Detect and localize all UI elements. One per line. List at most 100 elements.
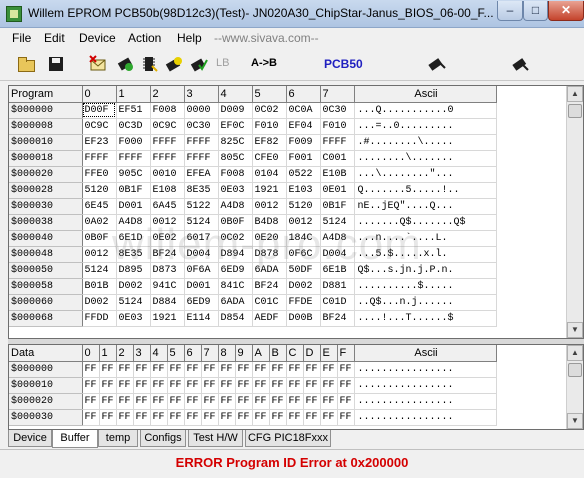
hex-cell[interactable]: EF23: [82, 134, 117, 151]
hex-cell[interactable]: FFFF: [150, 150, 185, 167]
hex-cell[interactable]: FF: [269, 409, 287, 426]
hex-cell[interactable]: 0F6A: [184, 262, 219, 279]
hex-cell[interactable]: FFFF: [184, 150, 219, 167]
hex-cell[interactable]: FF: [133, 393, 151, 410]
hex-cell[interactable]: FFDE: [286, 294, 321, 311]
hex-cell[interactable]: FF: [286, 377, 304, 394]
hex-cell[interactable]: D009: [218, 102, 253, 119]
hex-cell[interactable]: F010: [320, 118, 355, 135]
hex-cell[interactable]: FF: [133, 377, 151, 394]
hex-cell[interactable]: 0B0F: [82, 230, 117, 247]
hex-cell[interactable]: FF: [116, 393, 134, 410]
hex-cell[interactable]: FFFF: [116, 150, 151, 167]
hex-cell[interactable]: FF: [167, 409, 185, 426]
program-scrollbar[interactable]: ▲ ▼: [566, 86, 583, 338]
chip-green-icon[interactable]: [116, 55, 134, 73]
program-grid[interactable]: Program 0 1 2 3 4 5 6 7 Ascii $000000 D00F EF51 F008…: [9, 86, 497, 327]
hex-cell[interactable]: FF: [320, 361, 338, 378]
hex-cell[interactable]: E108: [150, 182, 185, 199]
hex-cell[interactable]: D002: [286, 278, 321, 295]
hex-cell[interactable]: FF: [320, 393, 338, 410]
hex-cell[interactable]: D878: [252, 246, 287, 263]
scroll-up-arrow-icon[interactable]: ▲: [567, 86, 583, 102]
hex-cell[interactable]: C01D: [320, 294, 355, 311]
hex-cell[interactable]: D884: [150, 294, 185, 311]
hex-cell[interactable]: FF: [184, 361, 202, 378]
hex-cell[interactable]: 5122: [184, 198, 219, 215]
hex-cell[interactable]: FF: [133, 409, 151, 426]
hex-cell[interactable]: FF: [252, 361, 270, 378]
hex-cell[interactable]: FF: [303, 361, 321, 378]
hex-cell[interactable]: 50DF: [286, 262, 321, 279]
hex-cell[interactable]: 0E03: [218, 182, 253, 199]
hex-cell[interactable]: 0012: [252, 198, 287, 215]
hex-cell[interactable]: EF82: [252, 134, 287, 151]
hex-cell[interactable]: FFFF: [184, 134, 219, 151]
data-grid-panel[interactable]: Data 0 1 2 3 4 5 6 7 8 9 A B C D E F Ascii $000000 FF FF FF F…: [8, 344, 584, 430]
maximize-button[interactable]: □: [523, 1, 548, 21]
hex-cell[interactable]: F010: [252, 118, 287, 135]
hex-cell[interactable]: FF: [201, 377, 219, 394]
hex-cell[interactable]: 6ADA: [218, 294, 253, 311]
hex-cell[interactable]: 0012: [82, 246, 117, 263]
hex-cell[interactable]: FF: [252, 393, 270, 410]
hex-cell[interactable]: FF: [235, 361, 253, 378]
hex-cell[interactable]: 905C: [116, 166, 151, 183]
hex-cell[interactable]: D881: [320, 278, 355, 295]
hex-cell[interactable]: D004: [320, 246, 355, 263]
hex-cell[interactable]: FF: [201, 361, 219, 378]
hex-cell[interactable]: 0B1F: [320, 198, 355, 215]
scroll-thumb[interactable]: [568, 363, 582, 377]
hex-cell[interactable]: 6E1D: [116, 230, 151, 247]
hex-cell[interactable]: 0E20: [252, 230, 287, 247]
hex-cell[interactable]: D894: [218, 246, 253, 263]
hex-cell[interactable]: E103: [286, 182, 321, 199]
hex-cell[interactable]: 805C: [218, 150, 253, 167]
hex-cell[interactable]: 6ADA: [252, 262, 287, 279]
hex-cell[interactable]: FF: [201, 409, 219, 426]
hex-cell[interactable]: 1921: [150, 310, 185, 327]
hex-cell[interactable]: 6A45: [150, 198, 185, 215]
hex-cell[interactable]: FF: [99, 393, 117, 410]
hex-cell[interactable]: FF: [269, 377, 287, 394]
hex-cell[interactable]: 8E35: [184, 182, 219, 199]
hex-cell[interactable]: FF: [320, 409, 338, 426]
menu-file[interactable]: File: [12, 31, 31, 45]
hex-cell[interactable]: 6ED9: [218, 262, 253, 279]
hex-cell[interactable]: 0A02: [82, 214, 117, 231]
hex-cell[interactable]: FF: [167, 393, 185, 410]
hex-cell[interactable]: AEDF: [252, 310, 287, 327]
hex-cell[interactable]: D873: [150, 262, 185, 279]
hex-cell[interactable]: B01B: [82, 278, 117, 295]
hex-cell[interactable]: CFE0: [252, 150, 287, 167]
hex-cell[interactable]: 184C: [286, 230, 321, 247]
menu-help[interactable]: Help: [177, 31, 202, 45]
hex-cell[interactable]: D00F: [82, 102, 117, 119]
hex-cell[interactable]: FF: [167, 361, 185, 378]
hex-cell[interactable]: FF: [184, 377, 202, 394]
hex-cell[interactable]: FF: [337, 409, 355, 426]
hex-cell[interactable]: FF: [218, 393, 236, 410]
hex-cell[interactable]: FF: [320, 377, 338, 394]
hex-cell[interactable]: FF: [337, 361, 355, 378]
chip-program-icon[interactable]: [165, 55, 183, 73]
hex-cell[interactable]: FF: [235, 377, 253, 394]
chip-erase-icon[interactable]: [428, 55, 446, 73]
hex-cell[interactable]: 0B0F: [218, 214, 253, 231]
hex-cell[interactable]: EF0C: [218, 118, 253, 135]
a-to-b-button[interactable]: A->B: [251, 57, 277, 69]
hex-cell[interactable]: 5124: [82, 262, 117, 279]
hex-cell[interactable]: F009: [286, 134, 321, 151]
hex-cell[interactable]: 0C0A: [286, 102, 321, 119]
save-disk-icon[interactable]: [47, 55, 65, 73]
hex-cell[interactable]: FFDD: [82, 310, 117, 327]
hex-cell[interactable]: FF: [133, 361, 151, 378]
hex-cell[interactable]: A4D8: [218, 198, 253, 215]
hex-cell[interactable]: 0012: [286, 214, 321, 231]
hex-cell[interactable]: BF24: [150, 246, 185, 263]
hex-cell[interactable]: FF: [269, 361, 287, 378]
hex-cell[interactable]: FF: [218, 361, 236, 378]
open-folder-icon[interactable]: [17, 55, 35, 73]
hex-cell[interactable]: FF: [150, 409, 168, 426]
hex-cell[interactable]: FFFF: [82, 150, 117, 167]
